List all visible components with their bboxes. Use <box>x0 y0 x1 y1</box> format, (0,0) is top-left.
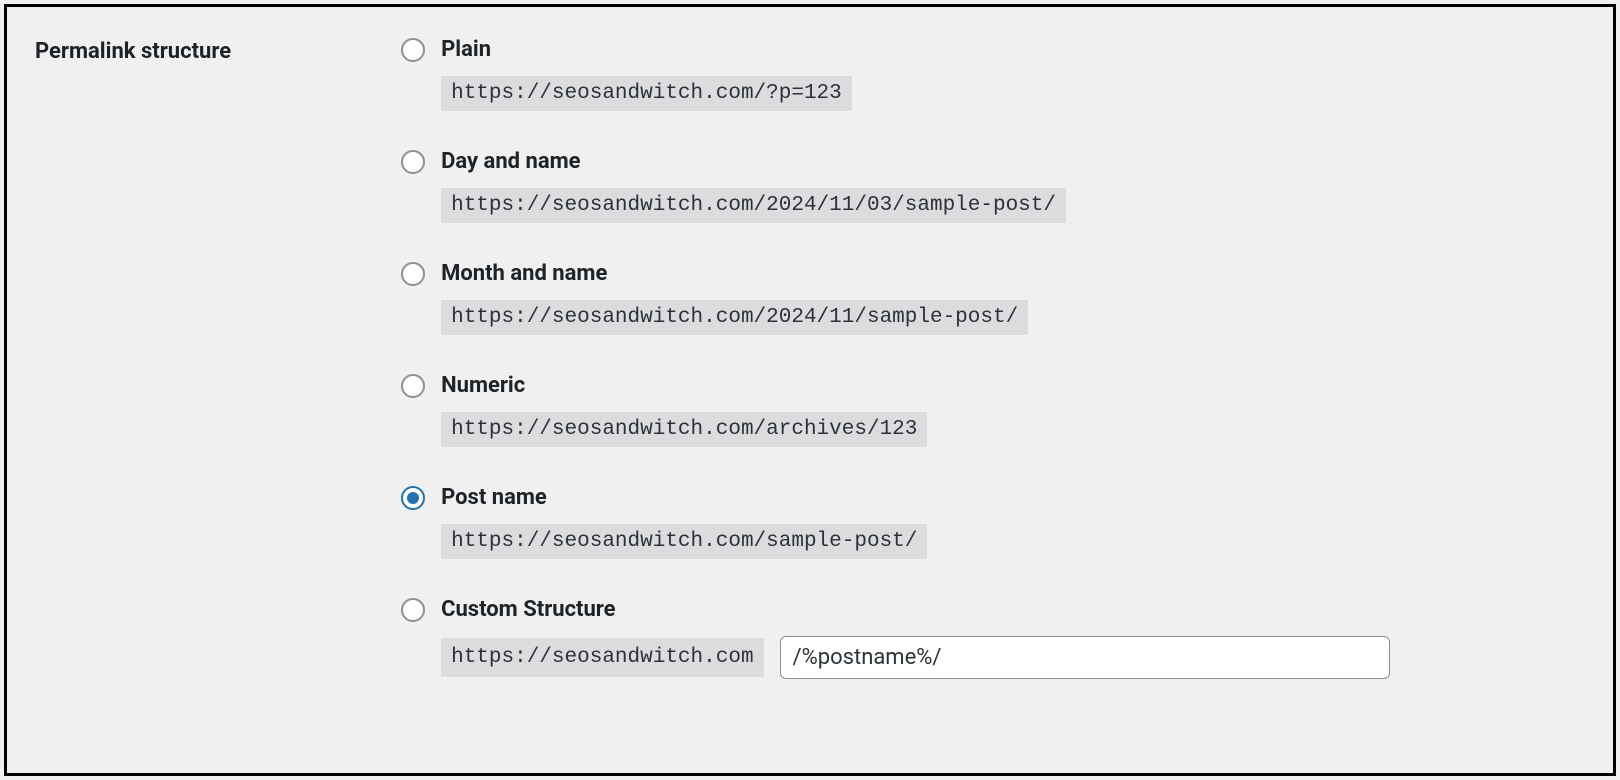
custom-url-prefix: https://seosandwitch.com <box>441 638 763 677</box>
option-header: Month and name <box>401 261 1585 286</box>
radio-month-and-name[interactable] <box>401 262 425 286</box>
radio-custom-structure[interactable] <box>401 598 425 622</box>
option-post-name: Post name https://seosandwitch.com/sampl… <box>401 485 1585 559</box>
option-label: Month and name <box>441 261 607 286</box>
option-custom-structure: Custom Structure https://seosandwitch.co… <box>401 597 1585 679</box>
option-header: Custom Structure <box>401 597 1585 622</box>
example-url: https://seosandwitch.com/sample-post/ <box>441 524 927 559</box>
option-label: Plain <box>441 37 491 62</box>
example-url: https://seosandwitch.com/?p=123 <box>441 76 852 111</box>
option-header: Plain <box>401 37 1585 62</box>
option-label: Day and name <box>441 149 580 174</box>
example-url: https://seosandwitch.com/archives/123 <box>441 412 927 447</box>
option-plain: Plain https://seosandwitch.com/?p=123 <box>401 37 1585 111</box>
permalink-settings-panel: Permalink structure Plain https://seosan… <box>4 4 1616 776</box>
option-label: Numeric <box>441 373 525 398</box>
option-header: Numeric <box>401 373 1585 398</box>
section-label: Permalink structure <box>35 39 231 64</box>
option-month-and-name: Month and name https://seosandwitch.com/… <box>401 261 1585 335</box>
option-day-and-name: Day and name https://seosandwitch.com/20… <box>401 149 1585 223</box>
option-label: Post name <box>441 485 547 510</box>
permalink-options: Plain https://seosandwitch.com/?p=123 Da… <box>401 37 1585 743</box>
section-label-column: Permalink structure <box>35 37 231 743</box>
radio-post-name[interactable] <box>401 486 425 510</box>
option-header: Post name <box>401 485 1585 510</box>
custom-structure-row: https://seosandwitch.com <box>441 636 1585 679</box>
custom-structure-input[interactable] <box>780 636 1390 679</box>
option-numeric: Numeric https://seosandwitch.com/archive… <box>401 373 1585 447</box>
option-label: Custom Structure <box>441 597 615 622</box>
option-header: Day and name <box>401 149 1585 174</box>
example-url: https://seosandwitch.com/2024/11/sample-… <box>441 300 1028 335</box>
radio-numeric[interactable] <box>401 374 425 398</box>
radio-day-and-name[interactable] <box>401 150 425 174</box>
example-url: https://seosandwitch.com/2024/11/03/samp… <box>441 188 1066 223</box>
radio-plain[interactable] <box>401 38 425 62</box>
